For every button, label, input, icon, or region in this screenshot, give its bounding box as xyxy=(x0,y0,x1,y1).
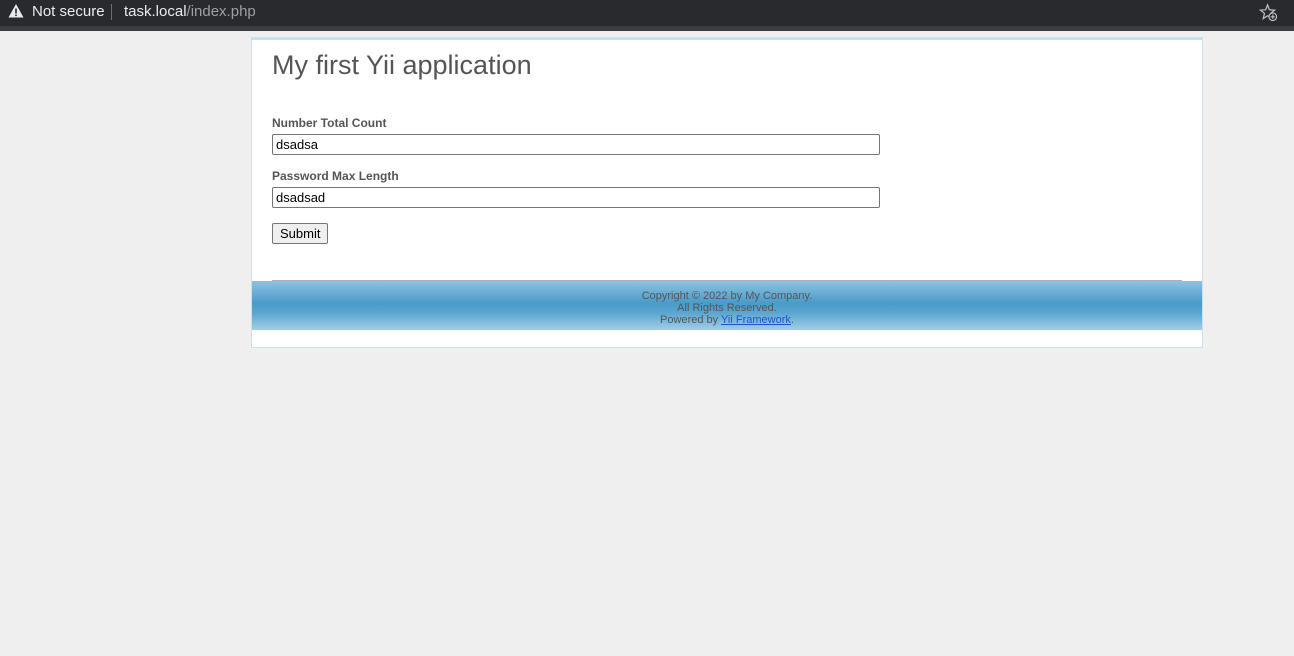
submit-button[interactable]: Submit xyxy=(272,223,329,244)
security-status-label[interactable]: Not secure xyxy=(32,3,105,20)
url-text[interactable]: task.local/index.php xyxy=(124,3,256,20)
toolbar-separator xyxy=(0,26,1294,31)
powered-by-text: Powered by xyxy=(660,314,721,326)
password-max-length-input[interactable] xyxy=(272,187,880,208)
password-max-length-row: Password Max Length xyxy=(272,169,882,208)
url-path: /index.php xyxy=(186,3,256,20)
copyright-text: Copyright © 2022 by My Company. xyxy=(641,290,813,302)
password-max-length-label: Password Max Length xyxy=(272,169,399,183)
favorite-star-add-icon[interactable] xyxy=(1259,3,1278,22)
page-title: My first Yii application xyxy=(272,50,532,80)
address-divider xyxy=(111,4,112,20)
number-total-count-label: Number Total Count xyxy=(272,116,387,130)
browser-address-bar: Not secure task.local/index.php xyxy=(0,0,1294,26)
warning-icon[interactable] xyxy=(8,3,24,19)
powered-by-line: Powered by Yii Framework. xyxy=(252,314,1202,326)
powered-by-suffix: . xyxy=(790,314,794,326)
yii-framework-link[interactable]: Yii Framework xyxy=(721,314,791,326)
rights-text: All Rights Reserved. xyxy=(677,302,777,314)
page-container: My first Yii application Number Total Co… xyxy=(251,37,1203,348)
url-host: task.local xyxy=(124,3,187,20)
settings-form: Number Total Count Password Max Length S… xyxy=(272,116,882,244)
footer: Copyright © 2022 by My Company. All Righ… xyxy=(252,281,1202,330)
number-total-count-input[interactable] xyxy=(272,134,880,155)
